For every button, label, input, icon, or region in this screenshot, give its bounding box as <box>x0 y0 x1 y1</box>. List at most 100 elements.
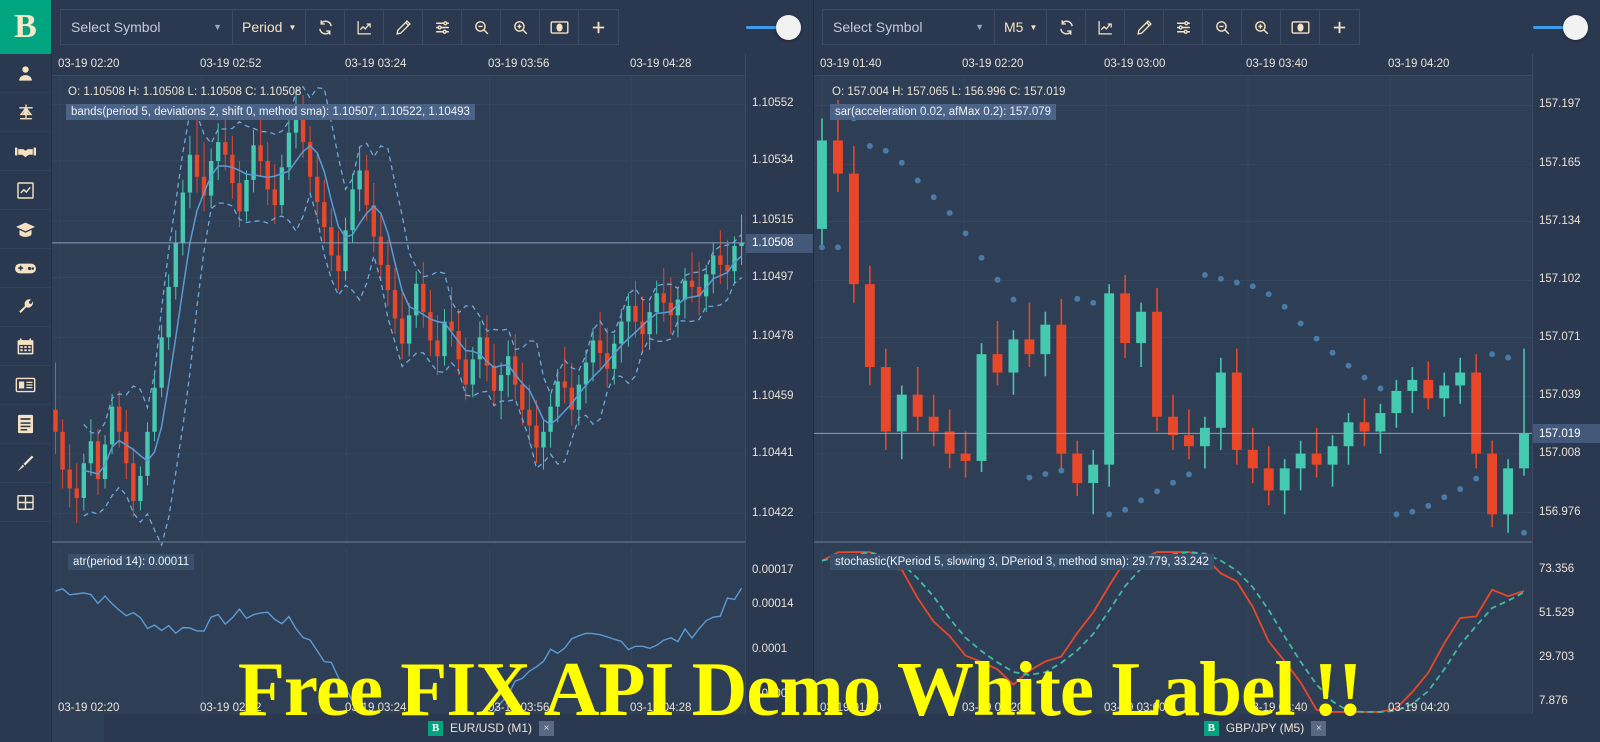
period-label: Period <box>242 19 283 35</box>
settings-button[interactable] <box>423 9 463 45</box>
close-icon[interactable]: × <box>1311 720 1327 736</box>
trading-platform: B Select Symbol ▼ Period ▼ 03-19 02:20 0… <box>0 0 1600 742</box>
price-tick-label: 1.10478 <box>752 330 794 343</box>
zoom-in-button[interactable] <box>1242 9 1282 45</box>
subpanel-tick-label: 73.356 <box>1539 562 1575 575</box>
trade-button[interactable] <box>1281 9 1321 45</box>
sliders-icon <box>1175 19 1192 36</box>
chart-plot-left <box>52 54 813 742</box>
time-tick-label: 03-19 03:00 <box>1104 58 1166 70</box>
sidebar-item-reports[interactable] <box>0 405 51 444</box>
graduation-cap-icon <box>15 220 36 239</box>
pencil-icon <box>395 19 412 36</box>
time-tick-label: 03-19 04:28 <box>630 58 692 70</box>
chart-tabbar: B EUR/USD (M1) × B GBP/JPY (M5) × <box>104 714 1600 742</box>
time-tick-label: 03-19 04:28 <box>630 702 692 714</box>
grid-icon <box>16 493 35 512</box>
indicator-label-stochastic: stochastic(KPeriod 5, slowing 3, DPeriod… <box>830 554 1214 570</box>
zoom-out-button[interactable] <box>1203 9 1243 45</box>
period-select-left[interactable]: Period ▼ <box>233 9 307 45</box>
document-icon <box>17 414 34 434</box>
period-select-right[interactable]: M5 ▼ <box>995 9 1048 45</box>
time-tick-label: 03-19 03:24 <box>345 702 407 714</box>
toolbar-group-left: Select Symbol ▼ Period ▼ <box>60 9 620 45</box>
add-button[interactable] <box>1320 9 1359 45</box>
paintbrush-icon <box>16 454 35 473</box>
zoom-in-icon <box>1253 19 1270 36</box>
last-price-tag: 157.019 <box>1533 424 1600 444</box>
subpanel-tick-label: 0.00017 <box>752 563 794 576</box>
toolbar-left: Select Symbol ▼ Period ▼ <box>52 0 813 54</box>
price-tick-label: 157.197 <box>1539 98 1581 111</box>
zoom-out-button[interactable] <box>462 9 502 45</box>
time-tick-label: 03-19 03:00 <box>1104 702 1166 714</box>
time-tick-label: 03-19 02:52 <box>200 58 262 70</box>
price-axis-right[interactable]: 157.197 157.165 157.134 157.102 157.071 157.0… <box>1532 54 1600 742</box>
chart-type-button[interactable] <box>345 9 385 45</box>
chart-pane-eurusd: Select Symbol ▼ Period ▼ 03-19 02:20 03-… <box>52 0 814 742</box>
sidebar-item-layouts[interactable] <box>0 483 51 522</box>
chart-canvas-left[interactable]: 03-19 02:20 03-19 02:52 03-19 03:24 03-19 0… <box>52 54 813 742</box>
sidebar-item-partners[interactable] <box>0 132 51 171</box>
price-tick-label: 1.10497 <box>752 270 794 283</box>
price-tick-label: 1.10441 <box>752 446 794 459</box>
chevron-down-icon: ▼ <box>1029 22 1038 32</box>
chart-type-button[interactable] <box>1086 9 1126 45</box>
toggle-knob <box>1563 14 1588 40</box>
sidebar-item-profile[interactable] <box>0 54 51 93</box>
chart-plot-right <box>814 54 1600 742</box>
price-tick-label: 157.039 <box>1539 389 1581 402</box>
price-axis-left[interactable]: 1.10552 1.10534 1.10515 1.10497 1.10478 1.104… <box>745 54 813 742</box>
tab-eurusd[interactable]: B EUR/USD (M1) × <box>104 714 878 742</box>
symbol-select-right[interactable]: Select Symbol ▼ <box>823 9 995 45</box>
sidebar-item-balance[interactable] <box>0 93 51 132</box>
time-tick-label: 03-19 01:40 <box>820 702 882 714</box>
time-axis-top-right: 03-19 01:40 03-19 02:20 03-19 03:00 03-19 0… <box>814 54 1600 76</box>
draw-button[interactable] <box>1125 9 1165 45</box>
broker-badge: B <box>427 720 443 736</box>
sidebar-item-contests[interactable] <box>0 249 51 288</box>
tab-label: EUR/USD (M1) <box>449 721 532 735</box>
add-button[interactable] <box>579 9 618 45</box>
trade-button[interactable] <box>540 9 580 45</box>
sidebar-item-themes[interactable] <box>0 444 51 483</box>
subpanel-tick-label: 0.0001 <box>752 643 788 655</box>
settings-button[interactable] <box>1164 9 1204 45</box>
plus-icon <box>590 19 607 36</box>
refresh-button[interactable] <box>1047 9 1087 45</box>
price-tick-label: 1.10515 <box>752 213 794 226</box>
price-tick-label: 157.102 <box>1539 273 1581 286</box>
toggle-knob <box>776 14 801 40</box>
broker-badge: B <box>1203 720 1219 736</box>
symbol-select-left[interactable]: Select Symbol ▼ <box>61 9 233 45</box>
gamepad-icon <box>15 261 36 276</box>
symbol-select-label: Select Symbol <box>71 19 161 35</box>
sidebar-item-education[interactable] <box>0 210 51 249</box>
chevron-down-icon: ▼ <box>213 22 222 32</box>
zoom-in-button[interactable] <box>501 9 541 45</box>
draw-button[interactable] <box>384 9 424 45</box>
pane-toggle-right[interactable] <box>1533 14 1588 40</box>
time-tick-label: 03-19 03:40 <box>1246 702 1308 714</box>
sidebar-item-cards[interactable] <box>0 366 51 405</box>
refresh-button[interactable] <box>306 9 346 45</box>
price-tick-label: 157.071 <box>1539 330 1581 343</box>
pane-toggle-left[interactable] <box>746 14 801 40</box>
subpanel-tick-label: 29.703 <box>1539 650 1575 663</box>
refresh-icon <box>1058 19 1075 36</box>
pencil-icon <box>1136 19 1153 36</box>
sidebar-item-analytics[interactable] <box>0 171 51 210</box>
time-tick-label: 03-19 01:40 <box>820 58 882 70</box>
toolbar-right: Select Symbol ▼ M5 ▼ <box>814 0 1600 54</box>
chart-canvas-right[interactable]: 03-19 01:40 03-19 02:20 03-19 03:00 03-19 0… <box>814 54 1600 742</box>
tab-gbpjpy[interactable]: B GBP/JPY (M5) × <box>878 714 1600 742</box>
close-icon[interactable]: × <box>539 720 554 736</box>
sidebar-item-tools[interactable] <box>0 288 51 327</box>
tab-label: GBP/JPY (M5) <box>1225 721 1305 735</box>
sidebar-item-calendar[interactable] <box>0 327 51 366</box>
refresh-icon <box>317 19 334 36</box>
chevron-down-icon: ▼ <box>975 22 984 32</box>
scales-icon <box>16 102 36 122</box>
time-tick-label: 03-19 03:56 <box>488 58 550 70</box>
brand-logo[interactable]: B <box>0 0 51 54</box>
